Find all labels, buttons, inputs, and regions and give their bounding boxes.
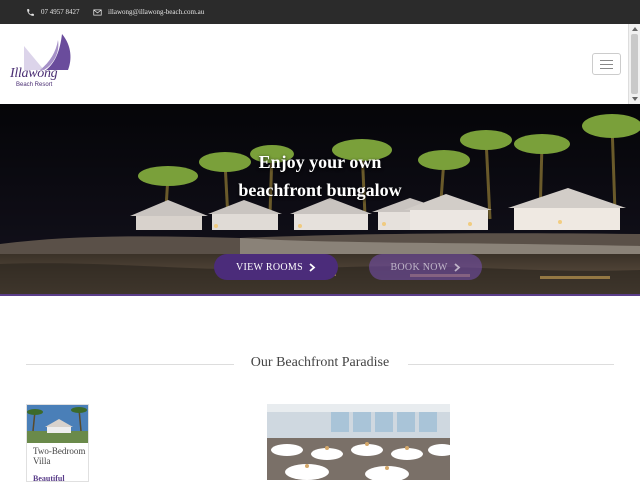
villa-caption-line2: Villa bbox=[33, 456, 51, 466]
book-now-label: BOOK NOW bbox=[390, 261, 448, 273]
header-scrollbar[interactable] bbox=[628, 24, 640, 104]
phone-number: 07 4957 8427 bbox=[41, 8, 80, 16]
phone-icon bbox=[27, 8, 34, 16]
view-rooms-button[interactable]: VIEW ROOMS bbox=[214, 254, 338, 280]
view-rooms-label: VIEW ROOMS bbox=[236, 261, 303, 273]
villa-caption: Two-Bedroom Villa bbox=[33, 446, 85, 466]
envelope-icon bbox=[93, 9, 102, 15]
villa-caption-line1: Two-Bedroom bbox=[33, 446, 86, 456]
email-address: illawong@illawong-beach.com.au bbox=[108, 8, 205, 16]
hamburger-icon-bar bbox=[600, 64, 613, 65]
logo-tagline: Beach Resort bbox=[16, 82, 53, 88]
section-heading: Our Beachfront Paradise bbox=[250, 355, 390, 370]
scroll-down-icon[interactable] bbox=[632, 97, 638, 101]
hero-banner: Enjoy your own beachfront bungalow VIEW … bbox=[0, 104, 640, 296]
hamburger-icon bbox=[600, 60, 613, 61]
logo-name: Illawong bbox=[10, 66, 58, 81]
site-header: Illawong Beach Resort bbox=[0, 24, 628, 105]
hero-heading-line2: beachfront bungalow bbox=[238, 180, 402, 200]
site-logo[interactable]: Illawong Beach Resort bbox=[10, 32, 74, 92]
function-room-image bbox=[267, 404, 450, 480]
menu-toggle-button[interactable] bbox=[592, 53, 621, 75]
email-contact[interactable]: illawong@illawong-beach.com.au bbox=[93, 0, 204, 24]
hero-heading: Enjoy your own beachfront bungalow bbox=[0, 148, 640, 204]
chevron-right-icon bbox=[309, 262, 316, 272]
villa-card[interactable]: Two-Bedroom Villa Beautiful bbox=[26, 404, 89, 483]
scroll-up-icon[interactable] bbox=[632, 27, 638, 31]
villa-thumbnail-image bbox=[27, 405, 88, 443]
phone-contact[interactable]: 07 4957 8427 bbox=[26, 0, 80, 24]
book-now-button[interactable]: BOOK NOW bbox=[369, 254, 482, 280]
hamburger-icon-bar bbox=[600, 68, 613, 69]
chevron-right-icon bbox=[453, 262, 460, 272]
section-divider-right bbox=[408, 364, 614, 365]
scroll-thumb[interactable] bbox=[631, 34, 638, 94]
function-room-photo bbox=[267, 404, 450, 480]
hero-heading-line1: Enjoy your own bbox=[258, 152, 382, 172]
top-info-bar: 07 4957 8427 illawong@illawong-beach.com… bbox=[0, 0, 640, 24]
villa-more-link[interactable]: Beautiful bbox=[33, 474, 65, 483]
